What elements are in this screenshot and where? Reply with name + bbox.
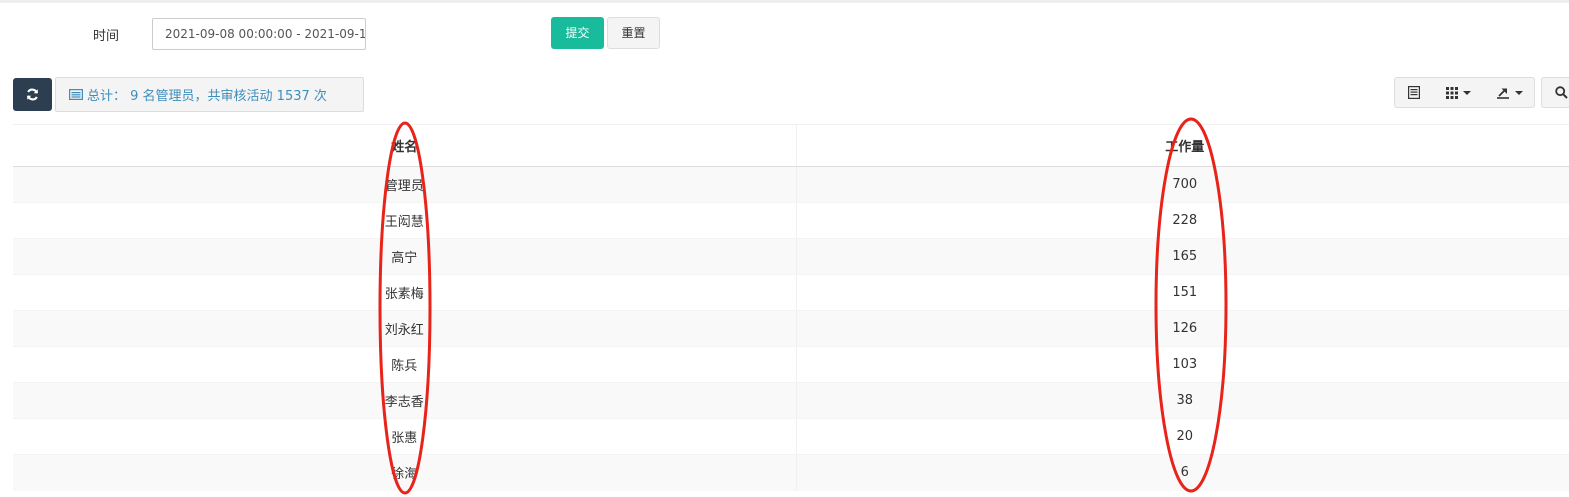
refresh-icon: [27, 88, 38, 101]
table-row: 李志香 38: [13, 382, 1569, 419]
search-button[interactable]: [1541, 77, 1569, 108]
workload-cell: 20: [795, 418, 1569, 455]
workload-cell: 165: [795, 238, 1569, 275]
name-cell: 陈兵: [13, 346, 796, 383]
data-table: 姓名 工作量 管理员 700 王闳慧 228 高宁 165 张素梅 151 刘永…: [13, 124, 1569, 491]
grid-columns-icon: [1446, 86, 1458, 99]
refresh-button[interactable]: [13, 78, 52, 111]
name-cell: 张素梅: [13, 274, 796, 311]
workload-cell: 151: [795, 274, 1569, 311]
table-row: 陈兵 103: [13, 346, 1569, 383]
workload-cell: 228: [795, 202, 1569, 239]
table-row: 徐海 6: [13, 454, 1569, 491]
export-icon: [1496, 87, 1509, 99]
name-cell: 刘永红: [13, 310, 796, 347]
name-cell: 徐海: [13, 454, 796, 491]
table-row: 刘永红 126: [13, 310, 1569, 347]
summary-text: 总计： 9 名管理员，共审核活动 1537 次: [87, 89, 327, 104]
time-label: 时间: [93, 29, 120, 44]
table-row: 张惠 20: [13, 418, 1569, 455]
chevron-down-icon: [1463, 90, 1471, 95]
table-row: 王闳慧 228: [13, 202, 1569, 239]
search-icon: [1554, 86, 1568, 99]
table-header-row: 姓名 工作量: [13, 124, 1569, 167]
table-row: 张素梅 151: [13, 274, 1569, 311]
column-header-workload[interactable]: 工作量: [795, 124, 1569, 167]
reset-button[interactable]: 重置: [607, 17, 660, 49]
workload-cell: 126: [795, 310, 1569, 347]
list-icon: [69, 89, 83, 100]
submit-button[interactable]: 提交: [551, 17, 604, 49]
name-cell: 管理员: [13, 166, 796, 203]
workload-cell: 103: [795, 346, 1569, 383]
column-header-name[interactable]: 姓名: [13, 124, 796, 167]
toggle-view-button[interactable]: [1394, 77, 1434, 108]
columns-dropdown-button[interactable]: [1433, 77, 1485, 108]
summary-box: 总计： 9 名管理员，共审核活动 1537 次: [55, 77, 364, 112]
workload-cell: 6: [795, 454, 1569, 491]
time-range-input[interactable]: 2021-09-08 00:00:00 - 2021-09-1: [152, 18, 366, 50]
table-row: 管理员 700: [13, 166, 1569, 203]
time-range-value: 2021-09-08 00:00:00 - 2021-09-1: [165, 27, 366, 41]
name-cell: 高宁: [13, 238, 796, 275]
table-row: 高宁 165: [13, 238, 1569, 275]
chevron-down-icon: [1514, 90, 1523, 95]
name-cell: 张惠: [13, 418, 796, 455]
name-cell: 王闳慧: [13, 202, 796, 239]
table-view-icon: [1408, 86, 1420, 99]
name-cell: 李志香: [13, 382, 796, 419]
workload-cell: 700: [795, 166, 1569, 203]
export-dropdown-button[interactable]: [1484, 77, 1535, 108]
top-strip: [0, 0, 1569, 3]
workload-cell: 38: [795, 382, 1569, 419]
